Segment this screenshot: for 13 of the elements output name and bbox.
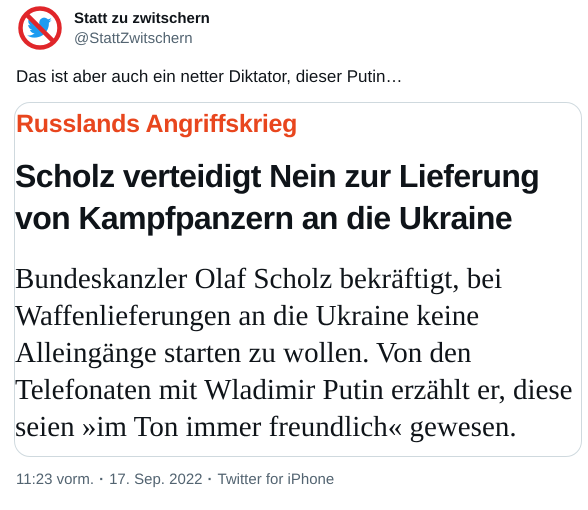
prohibited-bird-icon: [16, 4, 64, 52]
article-card[interactable]: [14, 102, 582, 457]
separator-dot: ·: [206, 471, 214, 488]
article-headline: Scholz verteidigt Nein zur Lieferung von Kampfpanzern an die Ukraine: [15, 157, 540, 238]
separator-dot: ·: [98, 471, 106, 488]
tweet-text: Das ist aber auch ein netter Diktator, dieser Putin…: [16, 66, 404, 88]
author-name[interactable]: Statt zu zwitschern: [74, 10, 210, 26]
article-kicker: Russlands Angriffskrieg: [16, 109, 298, 139]
tweet-time[interactable]: 11:23 vorm.: [16, 471, 94, 488]
tweet-source[interactable]: Twitter for iPhone: [218, 471, 334, 488]
author-handle[interactable]: @StattZwitschern: [74, 30, 210, 46]
article-teaser: Bundeskanzler Olaf Scholz bekräftigt, bei Waffenlieferungen an die Ukraine keine Alleingänge starten zu wollen. Von den Telefonaten mit Wladimir Putin erzählt er, diese seien »im Ton immer freundlich« gewesen.: [15, 262, 574, 445]
tweet-date[interactable]: 17. Sep. 2022: [109, 471, 203, 488]
